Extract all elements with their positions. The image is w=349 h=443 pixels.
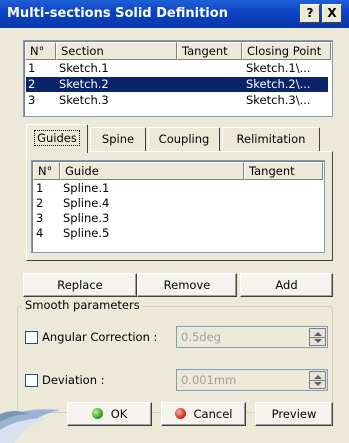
guide-number: 1 [36, 181, 44, 195]
angular-correction-spinner[interactable]: 0.5deg [176, 326, 328, 348]
cancel-icon [174, 408, 186, 419]
section-name: Sketch.2 [59, 77, 109, 91]
section-name: Sketch.3 [59, 93, 109, 107]
angular-correction-label[interactable]: Angular Correction : [42, 330, 157, 344]
tab-spine[interactable]: Spine [90, 127, 146, 151]
guide-name: Spline.3 [63, 211, 110, 225]
spin-down-icon[interactable] [314, 339, 322, 343]
guide-name: Spline.1 [63, 181, 110, 195]
tab-guides[interactable]: Guides [26, 124, 88, 153]
section-number: 2 [28, 77, 36, 91]
replace-button[interactable]: Replace [23, 273, 137, 297]
catia-swoosh-logo [0, 392, 70, 443]
angular-correction-checkbox[interactable] [25, 331, 38, 344]
preview-button[interactable]: Preview [255, 402, 333, 426]
guides-list[interactable]: N° Guide Tangent 1 Spline.1 2 Spline.4 3… [31, 160, 325, 253]
section-closing-point: Sketch.1\... [246, 61, 311, 75]
smooth-parameters-legend: Smooth parameters [22, 298, 143, 312]
window-title: Multi-sections Solid Definition [7, 6, 228, 21]
spin-up-icon[interactable] [314, 332, 322, 336]
guides-tab-panel: N° Guide Tangent 1 Spline.1 2 Spline.4 3… [26, 151, 333, 261]
spin-up-icon[interactable] [314, 375, 322, 379]
ok-label: OK [110, 407, 128, 421]
tab-relimitation-label: Relimitation [236, 132, 306, 146]
section-closing-point: Sketch.3\... [246, 93, 311, 107]
angular-correction-value: 0.5deg [181, 330, 221, 344]
title-bar[interactable]: Multi-sections Solid Definition ? X [0, 0, 349, 28]
spin-down-icon[interactable] [314, 382, 322, 386]
col-header-tangent[interactable]: Tangent [177, 42, 242, 60]
col-header-tangent[interactable]: Tangent [244, 162, 323, 180]
section-name: Sketch.1 [59, 61, 109, 75]
col-header-section[interactable]: Section [56, 42, 177, 60]
section-row[interactable]: 3 Sketch.3 Sketch.3\... [26, 93, 328, 108]
section-closing-point: Sketch.2\... [246, 77, 311, 91]
col-header-closing-point[interactable]: Closing Point [242, 42, 331, 60]
deviation-value: 0.001mm [181, 373, 237, 387]
col-header-number[interactable]: N° [25, 42, 56, 60]
section-number: 1 [28, 61, 36, 75]
section-number: 3 [28, 93, 36, 107]
section-row-selected[interactable]: 2 Sketch.2 Sketch.2\... [26, 77, 328, 92]
spinner-arrows-icon[interactable] [309, 328, 326, 346]
guides-header: N° Guide Tangent [33, 162, 323, 180]
tab-coupling[interactable]: Coupling [148, 127, 220, 151]
sections-header: N° Section Tangent Closing Point [25, 42, 331, 60]
multi-sections-solid-dialog: Multi-sections Solid Definition ? X N° S… [0, 0, 349, 443]
deviation-checkbox[interactable] [25, 374, 38, 387]
spin-divider [310, 337, 325, 338]
guide-row[interactable]: 3 Spline.3 [34, 211, 320, 226]
guide-number: 2 [36, 196, 44, 210]
ok-icon [91, 408, 103, 419]
help-button[interactable]: ? [300, 4, 320, 23]
col-header-guide[interactable]: Guide [60, 162, 244, 180]
guide-number: 3 [36, 211, 44, 225]
col-header-number[interactable]: N° [33, 162, 60, 180]
sections-list[interactable]: N° Section Tangent Closing Point 1 Sketc… [23, 40, 333, 117]
remove-button[interactable]: Remove [137, 273, 237, 297]
guide-number: 4 [36, 226, 44, 240]
guide-row[interactable]: 2 Spline.4 [34, 196, 320, 211]
add-button[interactable]: Add [240, 273, 333, 297]
ok-button[interactable]: OK [67, 402, 152, 426]
spin-divider [310, 380, 325, 381]
close-button[interactable]: X [322, 4, 342, 23]
cancel-button[interactable]: Cancel [161, 402, 246, 426]
tab-guides-label: Guides [34, 130, 80, 146]
guide-name: Spline.4 [63, 196, 110, 210]
guide-row[interactable]: 1 Spline.1 [34, 181, 320, 196]
guide-row[interactable]: 4 Spline.5 [34, 226, 320, 241]
tab-spine-label: Spine [101, 132, 135, 146]
section-row[interactable]: 1 Sketch.1 Sketch.1\... [26, 61, 328, 76]
tab-relimitation[interactable]: Relimitation [222, 127, 320, 151]
spinner-arrows-icon[interactable] [309, 371, 326, 389]
deviation-label[interactable]: Deviation : [42, 373, 105, 387]
deviation-spinner[interactable]: 0.001mm [176, 369, 328, 391]
guide-name: Spline.5 [63, 226, 110, 240]
tab-coupling-label: Coupling [158, 132, 210, 146]
cancel-label: Cancel [193, 407, 233, 421]
